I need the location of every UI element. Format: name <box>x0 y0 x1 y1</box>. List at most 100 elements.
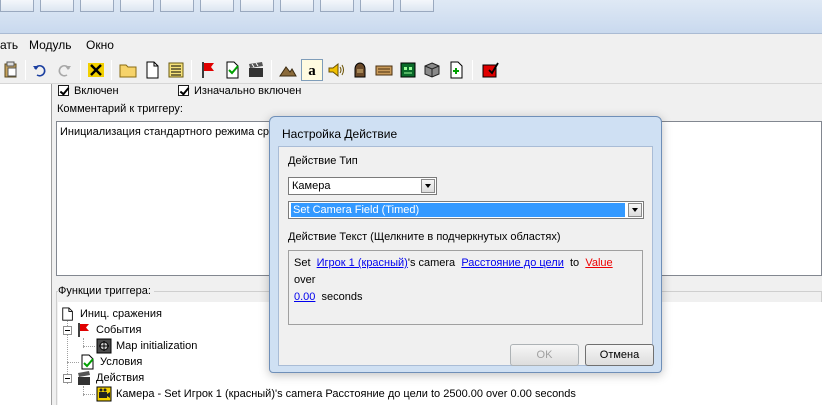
menu-item-window[interactable]: Окно <box>86 38 114 52</box>
ai-editor-button[interactable] <box>397 59 419 81</box>
comment-lines-icon <box>168 62 184 78</box>
window-tab[interactable] <box>400 0 434 12</box>
red-flag-icon <box>76 322 92 338</box>
tree-item-label: Иниц. сражения <box>80 308 162 320</box>
condition-page-icon <box>226 61 239 79</box>
clipboard-icon <box>4 61 17 78</box>
clapperboard-icon <box>76 370 92 386</box>
action-type-value: Камера <box>292 180 331 192</box>
duration-param-link[interactable]: 0.00 <box>294 291 315 303</box>
functions-label: Функции триггера: <box>58 285 154 297</box>
window-tab[interactable] <box>160 0 194 12</box>
text-word: Set <box>294 257 311 269</box>
menu-bar: ать Модуль Окно <box>0 34 822 56</box>
enabled-label: Включен <box>74 85 119 97</box>
collapse-events-icon[interactable] <box>63 326 72 335</box>
tree-item-label: События <box>96 324 142 336</box>
undo-icon <box>33 65 46 77</box>
paste-button[interactable] <box>0 59 22 81</box>
import-manager-button[interactable] <box>445 59 467 81</box>
window-tab[interactable] <box>120 0 154 12</box>
tree-item-event[interactable]: Map initialization <box>96 338 197 354</box>
initially-enabled-label: Изначально включен <box>194 85 302 97</box>
test-map-button[interactable] <box>479 59 501 81</box>
initially-enabled-checkbox[interactable] <box>178 85 189 96</box>
dialog-title: Настройка Действие <box>282 127 398 141</box>
tree-connector <box>83 346 95 347</box>
window-tab[interactable] <box>320 0 354 12</box>
trigger-list-pane[interactable] <box>0 84 52 405</box>
object-manager-button[interactable] <box>421 59 443 81</box>
camera-field-param-link[interactable]: Расстояние до цели <box>461 257 564 269</box>
new-condition-button[interactable] <box>221 59 243 81</box>
toolbar-separator <box>191 60 192 80</box>
map-init-icon <box>96 338 112 354</box>
window-tab[interactable] <box>360 0 394 12</box>
svg-text:a: a <box>308 63 316 79</box>
trigger-a-icon: a <box>308 63 316 79</box>
new-action-button[interactable] <box>245 59 267 81</box>
undo-button[interactable] <box>29 59 51 81</box>
tree-item-trigger[interactable]: Иниц. сражения <box>60 306 162 322</box>
window-titlebar <box>0 0 822 34</box>
speaker-icon <box>328 62 344 78</box>
window-tab[interactable] <box>280 0 314 12</box>
chevron-down-icon[interactable] <box>628 203 642 217</box>
tree-item-events[interactable]: События <box>76 322 141 338</box>
toolbar-separator <box>80 60 81 80</box>
campaign-editor-button[interactable] <box>373 59 395 81</box>
cancel-button[interactable]: Отмена <box>585 344 654 366</box>
page-icon <box>146 61 159 79</box>
dialog-body: Действие Тип Камера Set Camera Field (Ti… <box>278 146 654 366</box>
chevron-down-icon[interactable] <box>421 179 435 193</box>
text-word: 's camera <box>407 257 456 269</box>
ok-button[interactable]: OK <box>510 344 579 366</box>
action-type-label: Действие Тип <box>288 155 358 167</box>
action-function-select[interactable]: Set Camera Field (Timed) <box>288 201 644 219</box>
toolbar: a <box>0 56 822 84</box>
import-page-icon <box>450 61 463 79</box>
window-tab[interactable] <box>200 0 234 12</box>
collapse-actions-icon[interactable] <box>63 374 72 383</box>
terrain-editor-button[interactable] <box>277 59 299 81</box>
ai-face-icon <box>400 62 416 78</box>
text-word: over <box>294 274 316 286</box>
delete-button[interactable] <box>85 59 107 81</box>
comment-text: Инициализация стандартного режима ср <box>60 126 270 138</box>
new-category-button[interactable] <box>117 59 139 81</box>
window-tab[interactable] <box>40 0 74 12</box>
new-comment-button[interactable] <box>165 59 187 81</box>
tree-item-action[interactable]: Камера - Set Игрок 1 (красный)'s camera … <box>96 386 576 402</box>
trigger-editor-button[interactable]: a <box>301 59 323 81</box>
window-tab[interactable] <box>80 0 114 12</box>
player-param-link[interactable]: Игрок 1 (красный) <box>317 257 408 269</box>
tree-item-conditions[interactable]: Условия <box>80 354 142 370</box>
action-function-value: Set Camera Field (Timed) <box>291 203 625 217</box>
tree-item-actions[interactable]: Действия <box>76 370 144 386</box>
red-flag-icon <box>202 62 214 78</box>
new-trigger-button[interactable] <box>141 59 163 81</box>
test-map-icon <box>482 62 499 78</box>
sound-editor-button[interactable] <box>325 59 347 81</box>
action-type-select[interactable]: Камера <box>288 177 437 195</box>
window-tab[interactable] <box>240 0 274 12</box>
toolbar-separator <box>472 60 473 80</box>
folder-icon <box>119 64 137 78</box>
tree-item-label: Условия <box>100 356 143 368</box>
window-tab[interactable] <box>0 0 34 12</box>
tree-item-label: Map initialization <box>116 340 198 352</box>
trigger-page-icon <box>60 306 76 322</box>
menu-item-edit[interactable]: ать <box>0 38 18 52</box>
object-editor-button[interactable] <box>349 59 371 81</box>
value-param-link[interactable]: Value <box>585 257 612 269</box>
menu-item-module[interactable]: Модуль <box>29 38 72 52</box>
redo-icon <box>58 65 71 77</box>
redo-button[interactable] <box>53 59 75 81</box>
new-event-button[interactable] <box>197 59 219 81</box>
tree-item-label: Действия <box>96 372 145 384</box>
enabled-checkbox[interactable] <box>58 85 69 96</box>
text-word: to <box>570 257 580 269</box>
camera-action-icon <box>96 386 112 402</box>
toolbar-separator <box>271 60 272 80</box>
action-text-label: Действие Текст (Щелкните в подчеркнутых … <box>288 231 561 243</box>
